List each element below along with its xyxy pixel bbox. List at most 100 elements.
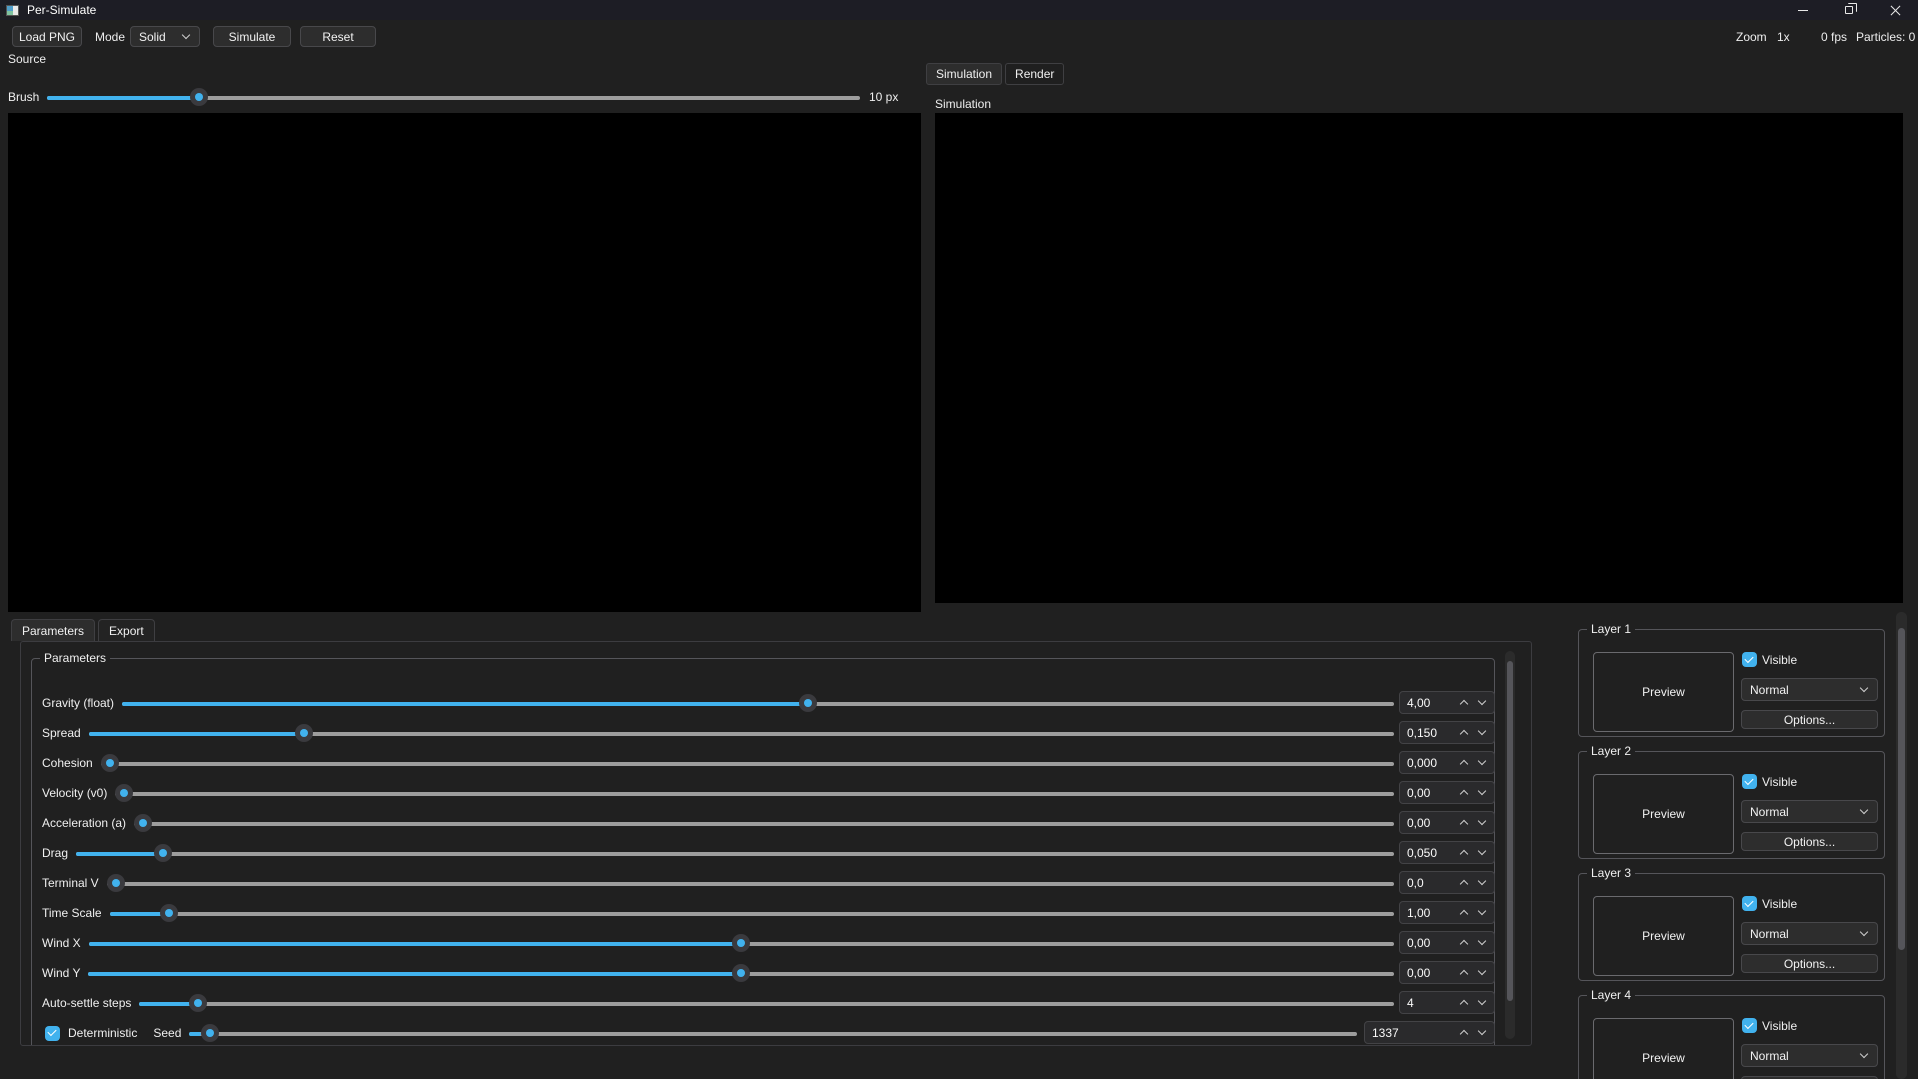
layer-4-preview[interactable]: Preview (1593, 1018, 1734, 1079)
spin-up-icon[interactable] (1460, 698, 1469, 707)
slider-thumb[interactable] (294, 724, 313, 742)
layer-2-preview[interactable]: Preview (1593, 774, 1734, 854)
slider-thumb[interactable] (115, 784, 134, 802)
deterministic-checkbox[interactable] (45, 1025, 60, 1041)
slider-thumb[interactable] (134, 814, 153, 832)
close-button[interactable] (1872, 0, 1918, 20)
parameters-scrollbar[interactable] (1505, 651, 1515, 1039)
spin-down-icon[interactable] (1478, 938, 1487, 947)
spin-up-icon[interactable] (1460, 728, 1469, 737)
slider-track[interactable] (106, 881, 1394, 886)
source-canvas[interactable] (8, 113, 921, 612)
spin-down-icon[interactable] (1478, 728, 1487, 737)
slider-thumb[interactable] (154, 844, 172, 862)
parameters-scrollbar-thumb[interactable] (1507, 661, 1513, 1001)
zoom-value[interactable]: 1x (1777, 30, 1790, 44)
slider-track[interactable] (115, 791, 1394, 796)
acceleration-slider[interactable] (134, 814, 1394, 833)
layer-3-options-button[interactable]: Options... (1741, 954, 1878, 973)
layer-1-options-button[interactable]: Options... (1741, 710, 1878, 729)
reset-button[interactable]: Reset (300, 26, 376, 47)
slider-thumb[interactable] (799, 694, 818, 712)
maximize-button[interactable] (1826, 0, 1872, 20)
velocity-slider[interactable] (115, 784, 1394, 803)
layer-2-blend-select[interactable]: Normal (1741, 800, 1878, 823)
spin-up-icon[interactable] (1460, 878, 1469, 887)
spin-down-icon[interactable] (1478, 998, 1487, 1007)
time-scale-spinbox[interactable]: 1,00 (1399, 901, 1495, 924)
spin-up-icon[interactable] (1460, 968, 1469, 977)
layer-4-visible-checkbox[interactable] (1742, 1018, 1757, 1033)
spread-slider[interactable] (88, 724, 1394, 743)
spin-up-icon[interactable] (1460, 938, 1469, 947)
terminal-v-slider[interactable] (106, 874, 1394, 893)
cohesion-slider[interactable] (100, 754, 1394, 773)
brush-slider[interactable] (47, 88, 860, 107)
gravity-slider[interactable] (122, 694, 1394, 713)
auto-settle-slider[interactable] (139, 994, 1394, 1013)
time-scale-slider[interactable] (109, 904, 1394, 923)
tab-simulation[interactable]: Simulation (926, 63, 1003, 85)
mode-select[interactable]: Solid (130, 26, 200, 47)
auto-settle-spinbox[interactable]: 4 (1399, 991, 1495, 1014)
spin-down-icon[interactable] (1478, 848, 1487, 857)
velocity-spinbox[interactable]: 0,00 (1399, 781, 1495, 804)
spin-up-icon[interactable] (1460, 818, 1469, 827)
wind-x-slider[interactable] (88, 934, 1394, 953)
slider-thumb[interactable] (200, 1024, 219, 1042)
spin-up-icon[interactable] (1460, 1028, 1469, 1037)
tab-render[interactable]: Render (1005, 63, 1065, 85)
slider-thumb[interactable] (732, 964, 751, 982)
slider-track[interactable] (139, 1001, 1394, 1006)
slider-track[interactable] (100, 761, 1394, 766)
drag-spinbox[interactable]: 0,050 (1399, 841, 1495, 864)
spin-up-icon[interactable] (1460, 788, 1469, 797)
layers-scrollbar[interactable] (1896, 612, 1907, 1079)
spin-up-icon[interactable] (1460, 998, 1469, 1007)
simulation-canvas[interactable] (935, 113, 1903, 603)
slider-thumb[interactable] (106, 874, 125, 892)
spin-up-icon[interactable] (1460, 848, 1469, 857)
wind-y-slider[interactable] (88, 964, 1394, 983)
cohesion-spinbox[interactable]: 0,000 (1399, 751, 1495, 774)
drag-slider[interactable] (76, 844, 1394, 863)
layer-3-blend-select[interactable]: Normal (1741, 922, 1878, 945)
slider-track[interactable] (134, 821, 1394, 826)
spin-down-icon[interactable] (1478, 758, 1487, 767)
simulate-button[interactable]: Simulate (213, 26, 291, 47)
slider-track[interactable] (76, 851, 1394, 856)
gravity-spinbox[interactable]: 4,00 (1399, 691, 1495, 714)
slider-track[interactable] (189, 1031, 1357, 1036)
spin-up-icon[interactable] (1460, 758, 1469, 767)
layer-1-preview[interactable]: Preview (1593, 652, 1734, 732)
slider-thumb[interactable] (188, 994, 207, 1012)
spin-down-icon[interactable] (1478, 1028, 1487, 1037)
load-png-button[interactable]: Load PNG (12, 26, 82, 47)
slider-track[interactable] (109, 911, 1394, 916)
layer-1-visible-checkbox[interactable] (1742, 652, 1757, 667)
spin-down-icon[interactable] (1478, 788, 1487, 797)
spin-down-icon[interactable] (1478, 878, 1487, 887)
wind-x-spinbox[interactable]: 0,00 (1399, 931, 1495, 954)
layer-3-visible-checkbox[interactable] (1742, 896, 1757, 911)
wind-y-spinbox[interactable]: 0,00 (1399, 961, 1495, 984)
slider-thumb[interactable] (732, 934, 751, 952)
spin-down-icon[interactable] (1478, 908, 1487, 917)
layer-2-visible-checkbox[interactable] (1742, 774, 1757, 789)
spin-up-icon[interactable] (1460, 908, 1469, 917)
tab-parameters[interactable]: Parameters (11, 619, 96, 641)
spin-down-icon[interactable] (1478, 818, 1487, 827)
minimize-button[interactable] (1780, 0, 1826, 20)
spread-spinbox[interactable]: 0,150 (1399, 721, 1495, 744)
terminal-v-spinbox[interactable]: 0,0 (1399, 871, 1495, 894)
slider-thumb[interactable] (100, 754, 119, 772)
seed-slider[interactable] (189, 1024, 1357, 1043)
layer-1-blend-select[interactable]: Normal (1741, 678, 1878, 701)
acceleration-spinbox[interactable]: 0,00 (1399, 811, 1495, 834)
tab-export[interactable]: Export (98, 619, 155, 641)
layer-4-blend-select[interactable]: Normal (1741, 1044, 1878, 1067)
layers-scrollbar-thumb[interactable] (1898, 628, 1905, 950)
layer-3-preview[interactable]: Preview (1593, 896, 1734, 976)
seed-spinbox[interactable]: 1337 (1364, 1021, 1495, 1044)
slider-thumb[interactable] (160, 904, 179, 922)
